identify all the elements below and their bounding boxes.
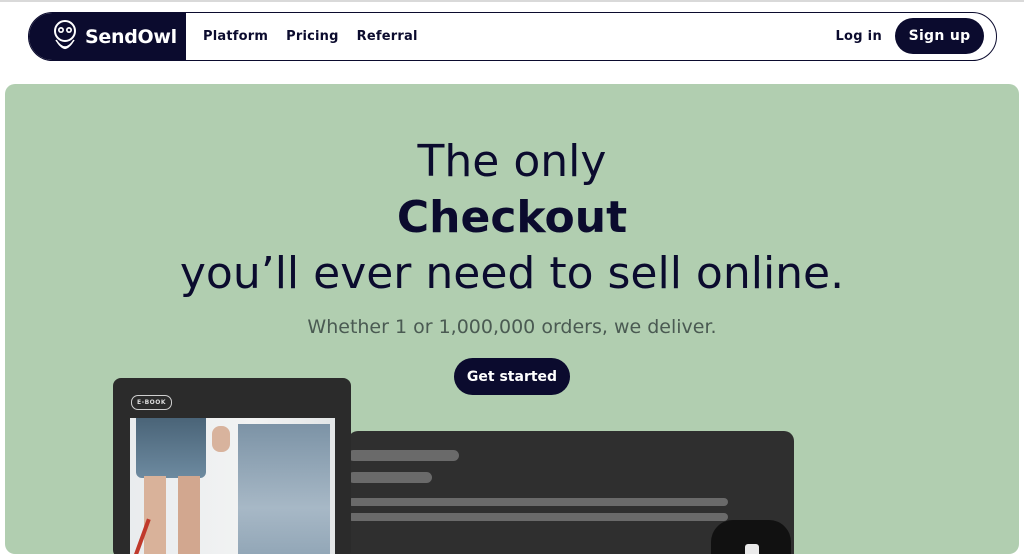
brand-name: SendOwl [85,25,177,48]
get-started-button[interactable]: Get started [454,358,570,395]
phone-mockup [711,520,791,554]
photo-jeans-right [238,424,330,554]
nav-link-platform[interactable]: Platform [203,29,268,44]
hero-subtitle: Whether 1 or 1,000,000 orders, we delive… [307,316,717,338]
nav-link-pricing[interactable]: Pricing [286,29,339,44]
hero-section: The only Checkout you’ll ever need to se… [5,84,1019,554]
ebook-tag: E-BOOK [131,395,173,410]
photo-leg [178,476,200,554]
hero-title-line-2: Checkout [396,192,628,243]
nav-links: Platform Pricing Referral [203,13,418,60]
nav-link-referral[interactable]: Referral [357,29,418,44]
hero-title-line-3: you’ll ever need to sell online. [179,248,845,299]
placeholder-bar [348,513,728,521]
top-navbar: SendOwl Platform Pricing Referral Log in… [28,12,997,61]
login-link[interactable]: Log in [835,13,882,60]
photo-hand [212,426,230,452]
signup-button[interactable]: Sign up [895,18,984,54]
photo-jeans-left [136,418,206,478]
product-photo [130,418,335,554]
owl-logo-icon [54,19,76,49]
photo-leg [144,476,166,554]
placeholder-bar [348,472,432,483]
top-divider [0,0,1024,2]
placeholder-bar [348,498,728,506]
product-mockup-card: E-BOOK [113,378,351,554]
brand-logo-link[interactable]: SendOwl [29,13,186,60]
placeholder-bar [348,450,459,461]
hero-title-line-1: The only [417,136,607,187]
